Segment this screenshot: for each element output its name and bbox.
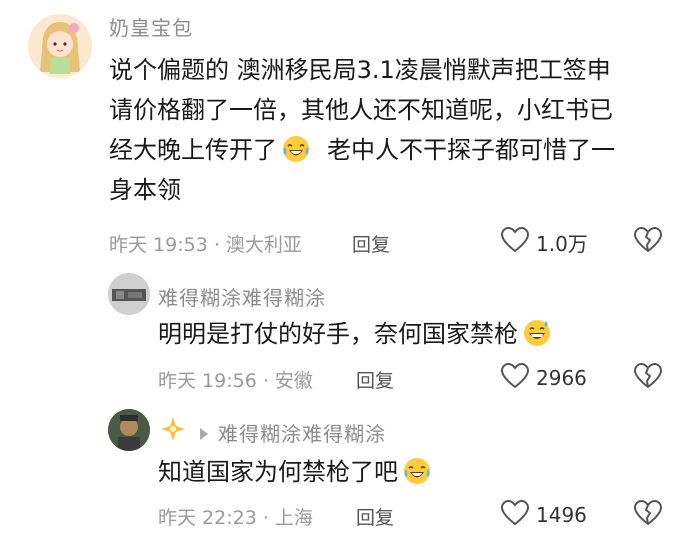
grinning-sweat-emoji-icon: [522, 318, 552, 348]
dislike-button[interactable]: [633, 499, 663, 531]
timestamp-location: 昨天 19:53 · 澳大利亚: [109, 234, 302, 256]
avatar[interactable]: [28, 14, 92, 78]
heart-icon: [500, 362, 530, 394]
broken-heart-icon: [633, 500, 663, 531]
comment-line: 请价格翻了一倍，其他人还不知道呢，小红书已: [109, 96, 613, 124]
avatar-photo: [108, 409, 150, 451]
dislike-button[interactable]: [633, 362, 663, 394]
timestamp-location: 昨天 19:56 · 安徽: [158, 370, 313, 392]
comment-username[interactable]: 奶皇宝包: [109, 12, 193, 41]
sparkle-badge-icon: [160, 416, 186, 446]
reply-button[interactable]: 回复: [352, 230, 390, 257]
comment-text: 说个偏题的 澳洲移民局3.1凌晨悄默声把工签申 请价格翻了一倍，其他人还不知道呢…: [109, 50, 615, 210]
avatar[interactable]: [108, 273, 150, 315]
laughing-crying-emoji-icon: [402, 456, 432, 486]
reply-to-username[interactable]: 难得糊涂难得糊涂: [200, 418, 386, 447]
comment-line-part: 经大晚上传开了: [109, 136, 277, 164]
reply-text: 明明是打仗的好手，奈何国家禁枪: [158, 314, 556, 354]
broken-heart-icon: [633, 363, 663, 394]
reply-text: 知道国家为何禁枪了吧: [158, 452, 436, 492]
like-button[interactable]: 2966: [500, 362, 587, 394]
avatar[interactable]: [108, 409, 150, 451]
laughing-crying-emoji-icon: [281, 134, 311, 164]
like-count: 1496: [536, 503, 587, 527]
reply-button[interactable]: 回复: [356, 366, 394, 393]
comment-line: 经大晚上传开了 老中人不干探子都可惜了一: [109, 130, 615, 170]
reply-text-content: 明明是打仗的好手，奈何国家禁枪: [158, 320, 518, 348]
like-count: 2966: [536, 366, 587, 390]
heart-icon: [500, 499, 530, 531]
broken-heart-icon: [633, 227, 663, 258]
timestamp-location: 昨天 22:23 · 上海: [158, 507, 313, 529]
like-button[interactable]: 1.0万: [500, 226, 588, 258]
like-count: 1.0万: [536, 231, 588, 256]
dislike-button[interactable]: [633, 226, 663, 258]
comment-line: 身本领: [109, 176, 181, 204]
comment-line: 说个偏题的 澳洲移民局3.1凌晨悄默声把工签申: [109, 56, 611, 84]
like-button[interactable]: 1496: [500, 499, 587, 531]
heart-icon: [500, 226, 530, 258]
comment-line-part: 老中人不干探子都可惜了一: [327, 136, 615, 164]
avatar-illustration: [28, 14, 92, 78]
reply-text-content: 知道国家为何禁枪了吧: [158, 458, 398, 486]
reply-username[interactable]: 难得糊涂难得糊涂: [158, 282, 326, 311]
reply-arrow-icon: [200, 428, 208, 440]
reply-button[interactable]: 回复: [356, 503, 394, 530]
avatar-photo: [108, 273, 150, 315]
reply-to-name: 难得糊涂难得糊涂: [218, 422, 386, 446]
